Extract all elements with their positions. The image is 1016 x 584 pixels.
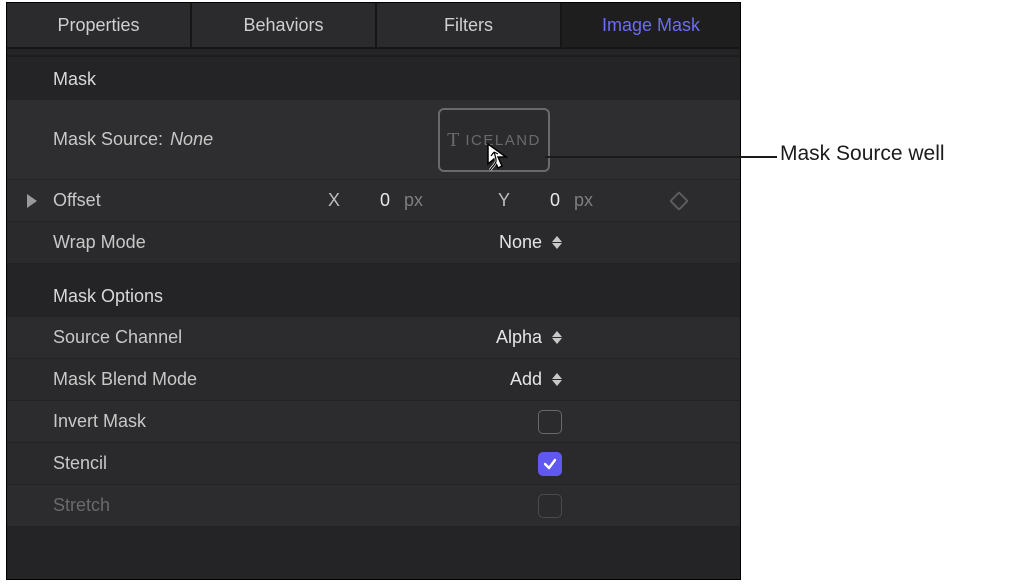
mask-options-header: Mask Options	[7, 274, 740, 317]
mask-source-well-content: ICELAND	[465, 132, 541, 149]
wrap-mode-row: Wrap Mode None	[7, 222, 740, 264]
stretch-label: Stretch	[53, 495, 253, 516]
offset-x-label: X	[328, 190, 340, 211]
callout-label: Mask Source well	[780, 142, 945, 166]
stencil-checkbox[interactable]	[538, 452, 562, 476]
invert-mask-checkbox[interactable]	[538, 410, 562, 434]
mask-source-well[interactable]: T ICELAND	[438, 108, 550, 172]
source-channel-label: Source Channel	[53, 327, 253, 348]
mask-section-header: Mask	[7, 57, 740, 100]
blend-mode-select[interactable]: Add	[253, 369, 722, 390]
text-layer-icon: T	[447, 129, 459, 152]
source-channel-value: Alpha	[496, 327, 542, 348]
offset-y-unit: px	[574, 190, 593, 211]
invert-mask-label: Invert Mask	[53, 411, 253, 432]
stencil-label: Stencil	[53, 453, 253, 474]
source-channel-row: Source Channel Alpha	[7, 317, 740, 359]
offset-disclosure-icon[interactable]	[27, 194, 37, 208]
offset-y-value: 0	[532, 190, 560, 211]
invert-mask-row: Invert Mask	[7, 401, 740, 443]
stretch-checkbox	[538, 494, 562, 518]
stencil-row: Stencil	[7, 443, 740, 485]
select-arrows-icon	[552, 236, 562, 249]
select-arrows-icon	[552, 331, 562, 344]
mask-source-row: Mask Source: None T ICELAND	[7, 100, 740, 180]
inspector-tabs: Properties Behaviors Filters Image Mask	[7, 3, 740, 49]
mask-source-label: Mask Source:	[53, 129, 163, 150]
stretch-row: Stretch	[7, 485, 740, 527]
offset-x-field[interactable]: X 0 px	[253, 190, 423, 211]
source-channel-select[interactable]: Alpha	[253, 327, 722, 348]
tab-image-mask[interactable]: Image Mask	[562, 3, 740, 47]
offset-y-field[interactable]: Y 0 px	[423, 190, 593, 211]
wrap-mode-value: None	[499, 232, 542, 253]
offset-x-value: 0	[362, 190, 390, 211]
tab-behaviors[interactable]: Behaviors	[192, 3, 377, 47]
mask-section: Mask Mask Source: None T ICELAND Offset	[7, 57, 740, 264]
tab-filters[interactable]: Filters	[377, 3, 562, 47]
mask-source-value: None	[170, 129, 213, 150]
mask-options-section: Mask Options Source Channel Alpha Mask B…	[7, 274, 740, 527]
offset-label: Offset	[53, 190, 253, 211]
offset-x-unit: px	[404, 190, 423, 211]
tab-properties[interactable]: Properties	[7, 3, 192, 47]
blend-mode-row: Mask Blend Mode Add	[7, 359, 740, 401]
wrap-mode-label: Wrap Mode	[53, 232, 253, 253]
wrap-mode-select[interactable]: None	[253, 232, 722, 253]
select-arrows-icon	[552, 373, 562, 386]
blend-mode-value: Add	[510, 369, 542, 390]
offset-y-label: Y	[498, 190, 510, 211]
blend-mode-label: Mask Blend Mode	[53, 369, 253, 390]
offset-row: Offset X 0 px Y 0 px	[7, 180, 740, 222]
inspector-panel: Properties Behaviors Filters Image Mask …	[6, 2, 741, 580]
